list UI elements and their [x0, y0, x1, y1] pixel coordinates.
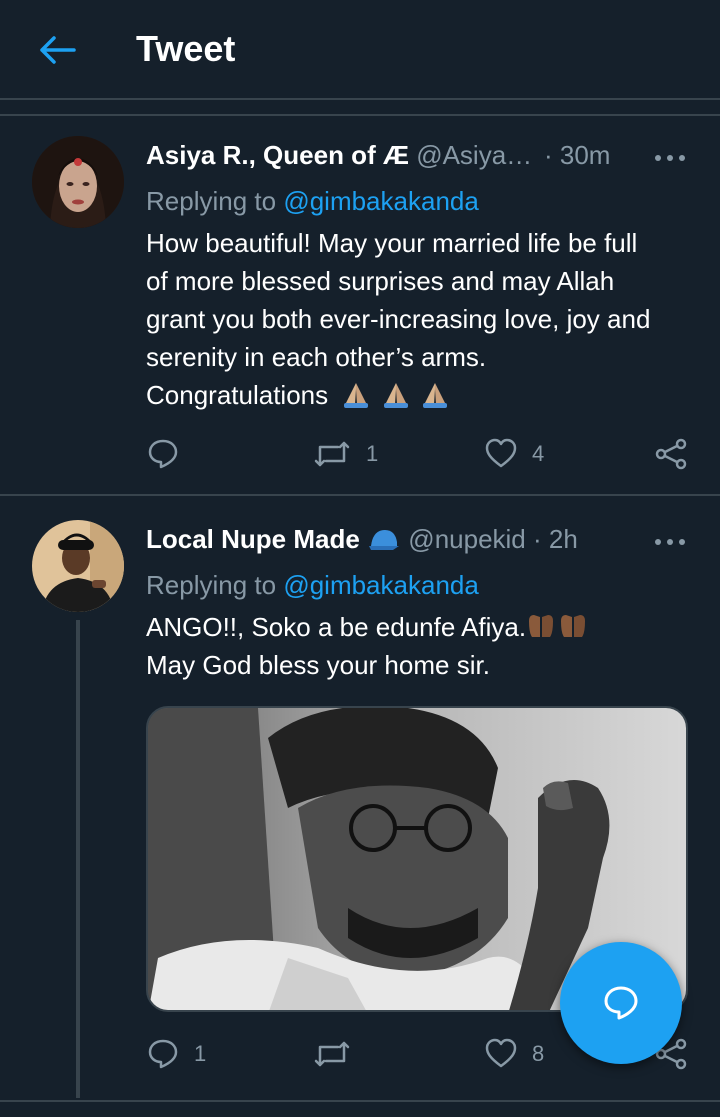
share-icon — [655, 438, 687, 470]
retweet-button[interactable]: 1 — [312, 434, 378, 474]
like-button[interactable]: 4 — [484, 434, 544, 474]
more-button[interactable] — [654, 150, 686, 161]
replying-to: Replying to @gimbakakanda — [146, 570, 479, 600]
avatar[interactable] — [32, 136, 124, 228]
compose-reply-icon — [604, 986, 638, 1020]
divider — [0, 114, 720, 116]
timestamp[interactable]: · 30m — [544, 140, 610, 171]
reply-icon — [148, 439, 178, 469]
compose-reply-button[interactable] — [560, 942, 682, 1064]
folded-hands-emoji — [383, 383, 408, 408]
tweet-header: Local Nupe Made @nupekid · 2h — [146, 524, 578, 555]
replying-to: Replying to @gimbakakanda — [146, 186, 479, 216]
tweet-header: Asiya R., Queen of Æ @Asiya… — [146, 140, 532, 171]
divider — [0, 1100, 720, 1102]
thread-line — [76, 620, 80, 1098]
folded-hands-emoji — [422, 383, 447, 408]
open-hands-emoji — [529, 615, 554, 637]
mention-link[interactable]: @gimbakakanda — [283, 186, 479, 216]
back-button[interactable] — [36, 30, 80, 70]
like-icon — [485, 1038, 517, 1068]
display-name[interactable]: Local Nupe Made — [146, 524, 360, 554]
divider — [0, 494, 720, 496]
mention-link[interactable]: @gimbakakanda — [283, 570, 479, 600]
timestamp[interactable]: · 2h — [533, 524, 578, 554]
folded-hands-emoji — [344, 383, 369, 408]
share-button[interactable] — [654, 434, 688, 474]
retweet-icon — [314, 441, 350, 467]
arrow-left-icon — [40, 36, 76, 64]
more-icon — [655, 539, 685, 545]
reply-button[interactable] — [146, 434, 194, 474]
handle[interactable]: @Asiya… — [416, 140, 532, 170]
reply-button[interactable]: 1 — [146, 1034, 206, 1074]
retweet-button[interactable] — [312, 1034, 366, 1074]
reply-icon — [148, 1039, 178, 1069]
tweet-actions: 1 4 — [0, 434, 720, 474]
like-icon — [485, 438, 517, 468]
more-button[interactable] — [654, 534, 686, 545]
more-icon — [655, 155, 685, 161]
billed-cap-emoji — [369, 530, 400, 550]
tweet-text: How beautiful! May your married life be … — [146, 228, 651, 410]
avatar[interactable] — [32, 520, 124, 612]
top-bar: Tweet — [0, 0, 720, 100]
retweet-icon — [314, 1041, 350, 1067]
open-hands-emoji — [561, 615, 586, 637]
tweet-text: ANGO!!, Soko a be edunfe Afiya. May God … — [146, 608, 706, 684]
handle[interactable]: @nupekid — [408, 524, 525, 554]
display-name[interactable]: Asiya R., Queen of Æ — [146, 140, 409, 170]
page-title: Tweet — [136, 28, 236, 69]
like-button[interactable]: 8 — [484, 1034, 544, 1074]
